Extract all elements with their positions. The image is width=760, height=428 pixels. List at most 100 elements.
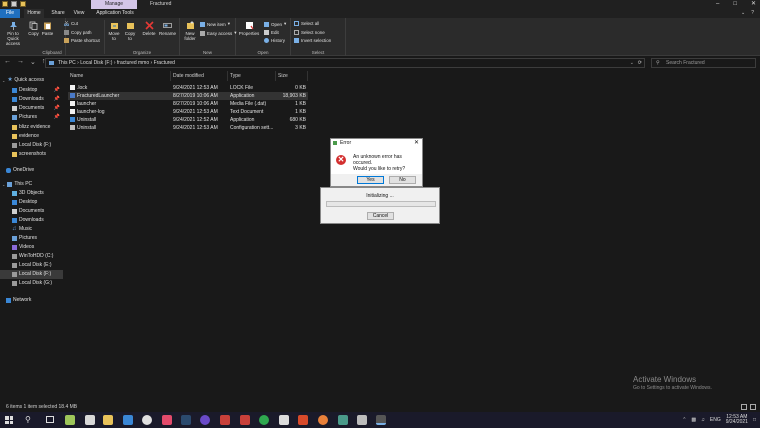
nav-wintohdd-c[interactable]: WinToHDD (C:): [0, 252, 63, 261]
no-button[interactable]: No: [389, 176, 416, 184]
large-icons-view-icon[interactable]: [750, 404, 756, 410]
table-row[interactable]: Uninstall 9/24/2021 12:52 AM Application…: [68, 116, 308, 124]
select-all-button[interactable]: Select all: [294, 21, 319, 26]
nav-pc-desktop[interactable]: Desktop: [0, 198, 63, 207]
nav-onedrive[interactable]: OneDrive: [0, 166, 63, 175]
taskbar-app-icon[interactable]: [220, 415, 230, 425]
properties-button[interactable]: Properties: [238, 21, 260, 36]
taskbar-app-icon[interactable]: [298, 415, 308, 425]
nav-documents[interactable]: Documents 📌: [0, 104, 63, 113]
column-header-name[interactable]: Name: [68, 71, 171, 81]
chevron-down-icon[interactable]: ⌄: [630, 59, 634, 67]
chevron-up-icon[interactable]: ⌃: [682, 417, 686, 423]
table-row[interactable]: Uninstall 9/24/2021 12:53 AM Configurati…: [68, 124, 308, 132]
cut-button[interactable]: Cut: [63, 20, 78, 27]
nav-blizz-evidence[interactable]: blizz evidence: [0, 123, 63, 132]
copy-button[interactable]: Copy: [27, 21, 40, 36]
nav-pc-pictures[interactable]: Pictures: [0, 234, 63, 243]
folder-icon[interactable]: [2, 1, 8, 7]
invert-selection-button[interactable]: Invert selection: [294, 38, 331, 43]
maximize-button[interactable]: □: [733, 0, 737, 9]
language-indicator[interactable]: ENG: [710, 417, 721, 423]
tab-application-tools[interactable]: Application Tools: [92, 9, 138, 18]
chrome-icon[interactable]: [142, 415, 152, 425]
rename-button[interactable]: Rename: [159, 21, 176, 36]
nav-local-disk-g[interactable]: Local Disk (G:): [0, 279, 63, 288]
delete-button[interactable]: Delete: [142, 21, 156, 36]
taskbar-app-icon[interactable]: [240, 415, 250, 425]
cancel-button[interactable]: Cancel: [367, 212, 394, 220]
recent-locations-button[interactable]: ⌄: [30, 58, 36, 66]
new-folder-icon[interactable]: [20, 1, 26, 7]
xbox-icon[interactable]: [259, 415, 269, 425]
column-header-size[interactable]: Size: [276, 71, 308, 81]
open-button[interactable]: Open ▾: [264, 21, 286, 27]
refresh-icon[interactable]: ⟳: [638, 59, 642, 67]
tab-share[interactable]: Share: [48, 9, 68, 18]
history-button[interactable]: History: [264, 38, 285, 43]
column-header-type[interactable]: Type: [228, 71, 276, 81]
taskbar-app-icon[interactable]: [123, 415, 133, 425]
close-button[interactable]: ✕: [751, 0, 756, 9]
volume-icon[interactable]: ♫: [701, 417, 705, 423]
help-icon[interactable]: ?: [751, 10, 754, 16]
nav-videos[interactable]: Videos: [0, 243, 63, 252]
nav-local-disk-f[interactable]: Local Disk (F:): [0, 270, 63, 279]
taskbar-app-icon[interactable]: [279, 415, 289, 425]
taskbar-app-icon[interactable]: [65, 415, 75, 425]
notifications-icon[interactable]: □: [753, 417, 756, 423]
new-folder-button[interactable]: New folder: [182, 21, 198, 41]
nav-desktop[interactable]: Desktop 📌: [0, 86, 63, 95]
nav-local-disk-e[interactable]: Local Disk (E:): [0, 261, 63, 270]
nav-pictures[interactable]: Pictures 📌: [0, 113, 63, 122]
yes-button[interactable]: Yes: [357, 176, 384, 184]
paste-shortcut-button[interactable]: Paste shortcut: [64, 38, 100, 43]
easy-access-button[interactable]: Easy access ▾: [200, 30, 237, 36]
tab-view[interactable]: View: [70, 9, 88, 18]
chevron-down-icon[interactable]: ⌄: [741, 10, 745, 16]
fractured-launcher-taskbar-icon[interactable]: [376, 415, 386, 425]
back-button[interactable]: ←: [4, 58, 11, 66]
task-view-icon[interactable]: [46, 416, 54, 423]
new-item-button[interactable]: New item ▾: [200, 21, 230, 27]
nav-quick-access[interactable]: ⌄ ★ Quick access: [0, 76, 63, 85]
nav-local-disk-f-quick[interactable]: Local Disk (F:): [0, 141, 63, 150]
nav-music[interactable]: ♫ Music: [0, 225, 63, 234]
close-button[interactable]: ✕: [414, 139, 419, 147]
taskbar-app-icon[interactable]: [200, 415, 210, 425]
search-icon[interactable]: ⚲: [25, 415, 31, 424]
tab-file[interactable]: File: [0, 9, 20, 18]
firefox-icon[interactable]: [318, 415, 328, 425]
file-explorer-icon[interactable]: [103, 415, 113, 425]
table-row[interactable]: launcher-log 9/24/2021 12:53 AM Text Doc…: [68, 108, 308, 116]
manage-context-tab[interactable]: Manage: [91, 0, 137, 9]
nav-pc-downloads[interactable]: Downloads: [0, 216, 63, 225]
steam-icon[interactable]: [181, 415, 191, 425]
address-bar[interactable]: This PC › Local Disk (F:) › fractured mm…: [45, 58, 645, 68]
forward-button[interactable]: →: [17, 58, 24, 66]
nav-downloads[interactable]: Downloads 📌: [0, 95, 63, 104]
nav-network[interactable]: Network: [0, 296, 63, 305]
table-row[interactable]: FracturedLauncher 8/27/2019 10:06 AM App…: [68, 92, 308, 100]
column-header-date[interactable]: Date modified: [171, 71, 228, 81]
taskbar-app-icon[interactable]: [357, 415, 367, 425]
taskbar-app-icon[interactable]: [162, 415, 172, 425]
search-input[interactable]: ⚲ Search Fractured: [651, 58, 756, 68]
copy-path-button[interactable]: Copy path: [64, 30, 92, 35]
nav-screenshots[interactable]: screenshots: [0, 150, 63, 159]
taskbar-app-icon[interactable]: [85, 415, 95, 425]
move-to-button[interactable]: Move to: [107, 21, 121, 41]
table-row[interactable]: launcher 8/27/2019 10:06 AM Media File (…: [68, 100, 308, 108]
nav-this-pc[interactable]: ⌄ This PC: [0, 180, 63, 189]
taskbar-app-icon[interactable]: [338, 415, 348, 425]
nav-3d-objects[interactable]: 3D Objects: [0, 189, 63, 198]
pin-quick-access-button[interactable]: Pin to Quick access: [2, 21, 24, 46]
nav-evidence[interactable]: evidence: [0, 132, 63, 141]
select-none-button[interactable]: Select none: [294, 30, 325, 35]
details-view-icon[interactable]: [741, 404, 747, 410]
start-button[interactable]: [5, 416, 13, 424]
minimize-button[interactable]: –: [716, 0, 719, 9]
paste-button[interactable]: Paste: [41, 21, 54, 36]
edit-button[interactable]: Edit: [264, 30, 279, 35]
table-row[interactable]: .lock 9/24/2021 12:53 AM LOCK File 0 KB: [68, 84, 308, 92]
